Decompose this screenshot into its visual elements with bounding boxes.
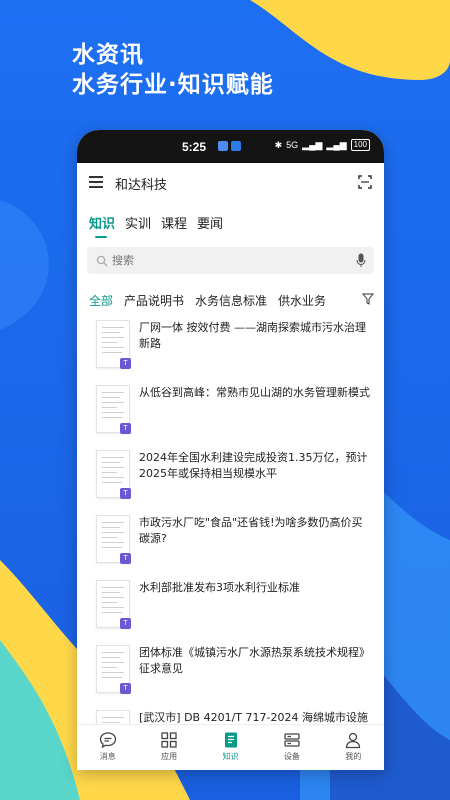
tab-training[interactable]: 实训 bbox=[125, 213, 151, 238]
tab-courses[interactable]: 课程 bbox=[161, 213, 187, 238]
phone-frame: 5:25 ✱ 5G ▂▄▆ ▂▄▆ 100 和达科技 知识 实训 课程 要闻 搜… bbox=[77, 130, 384, 770]
category-manuals[interactable]: 产品说明书 bbox=[124, 292, 184, 309]
document-type-badge: T bbox=[120, 423, 131, 434]
nav-label: 设备 bbox=[283, 752, 300, 761]
document-type-badge: T bbox=[120, 618, 131, 629]
tab-knowledge[interactable]: 知识 bbox=[89, 213, 115, 238]
category-tabs: 全部 产品说明书 水务信息标准 供水业务 bbox=[89, 292, 369, 309]
book-icon bbox=[224, 732, 237, 748]
list-item[interactable]: T 水利部批准发布3项水利行业标准 bbox=[77, 580, 384, 645]
list-item[interactable]: T 团体标准《城镇污水厂水源热泵系统技术规程》征求意见 bbox=[77, 645, 384, 710]
list-item[interactable]: T 市政污水厂吃"食品"还省钱!为啥多数仍高价买碳源? bbox=[77, 515, 384, 580]
app-title: 和达科技 bbox=[115, 178, 168, 193]
article-title: 从低谷到高峰：常熟市见山湖的水务管理新模式 bbox=[139, 386, 370, 399]
nav-profile[interactable]: 我的 bbox=[323, 725, 384, 770]
nav-label: 消息 bbox=[99, 752, 116, 761]
search-input[interactable] bbox=[112, 254, 342, 267]
article-title: 水利部批准发布3项水利行业标准 bbox=[139, 581, 300, 594]
document-thumbnail: T bbox=[96, 710, 130, 724]
article-title: 厂网一体 按效付费 ——湖南探索城市污水治理新路 bbox=[139, 321, 366, 350]
document-thumbnail: T bbox=[96, 580, 131, 629]
search-bar[interactable] bbox=[87, 247, 374, 274]
category-standards[interactable]: 水务信息标准 bbox=[195, 292, 267, 309]
app-notification-icon bbox=[231, 141, 241, 151]
bluetooth-icon: ✱ bbox=[274, 139, 283, 150]
promo-text: 水资讯 水务行业·知识赋能 bbox=[72, 40, 274, 100]
status-right: ✱ 5G ▂▄▆ ▂▄▆ 100 bbox=[275, 139, 370, 151]
category-water-supply[interactable]: 供水业务 bbox=[278, 292, 326, 309]
bottom-nav: 消息 应用 知识 设备 我的 bbox=[77, 724, 384, 770]
promo-line-2: 水务行业·知识赋能 bbox=[72, 72, 274, 98]
list-item[interactable]: T 2024年全国水利建设完成投资1.35万亿，预计2025年或保持相当规模水平 bbox=[77, 450, 384, 515]
app-bar: 和达科技 bbox=[77, 163, 384, 203]
list-item[interactable]: T [武汉市] DB 4201/T 717-2024 海绵城市设施运 bbox=[77, 710, 384, 724]
message-icon bbox=[99, 732, 116, 749]
nav-messages[interactable]: 消息 bbox=[77, 725, 138, 770]
document-thumbnail: T bbox=[96, 645, 131, 694]
document-type-badge: T bbox=[120, 553, 131, 564]
device-icon bbox=[284, 733, 300, 747]
apps-icon bbox=[161, 732, 177, 748]
wifi-icon: ▂▄▆ bbox=[326, 139, 347, 150]
nav-label: 应用 bbox=[161, 752, 178, 761]
nav-devices[interactable]: 设备 bbox=[261, 725, 322, 770]
notification-icon bbox=[218, 141, 228, 151]
signal-label: 5G bbox=[286, 140, 299, 150]
microphone-icon[interactable] bbox=[356, 253, 366, 268]
top-tabs: 知识 实训 课程 要闻 bbox=[89, 213, 223, 238]
tab-news[interactable]: 要闻 bbox=[197, 213, 223, 238]
list-item[interactable]: T 厂网一体 按效付费 ——湖南探索城市污水治理新路 bbox=[77, 320, 384, 385]
promo-line-1: 水资讯 bbox=[72, 42, 144, 68]
nav-label: 知识 bbox=[222, 752, 239, 761]
document-type-badge: T bbox=[120, 488, 131, 499]
article-list: T 厂网一体 按效付费 ——湖南探索城市污水治理新路 T 从低谷到高峰：常熟市见… bbox=[77, 320, 384, 724]
list-item[interactable]: T 从低谷到高峰：常熟市见山湖的水务管理新模式 bbox=[77, 385, 384, 450]
document-thumbnail: T bbox=[96, 385, 131, 434]
signal-icon: ▂▄▆ bbox=[302, 139, 323, 150]
scan-icon[interactable] bbox=[358, 175, 372, 189]
menu-icon[interactable] bbox=[89, 176, 103, 188]
document-type-badge: T bbox=[120, 358, 131, 369]
article-title: 市政污水厂吃"食品"还省钱!为啥多数仍高价买碳源? bbox=[139, 516, 363, 545]
document-thumbnail: T bbox=[96, 450, 131, 499]
battery-icon: 100 bbox=[350, 139, 370, 151]
nav-knowledge[interactable]: 知识 bbox=[200, 725, 261, 770]
nav-label: 我的 bbox=[345, 752, 362, 761]
article-title: [武汉市] DB 4201/T 717-2024 海绵城市设施运 bbox=[139, 711, 368, 724]
category-all[interactable]: 全部 bbox=[89, 292, 113, 309]
status-bar: 5:25 ✱ 5G ▂▄▆ ▂▄▆ 100 bbox=[77, 130, 384, 163]
profile-icon bbox=[346, 732, 361, 749]
filter-icon[interactable] bbox=[362, 293, 374, 305]
document-type-badge: T bbox=[120, 683, 131, 694]
document-thumbnail: T bbox=[96, 320, 131, 369]
article-title: 团体标准《城镇污水厂水源热泵系统技术规程》征求意见 bbox=[139, 646, 370, 675]
document-thumbnail: T bbox=[96, 515, 131, 564]
status-time: 5:25 bbox=[182, 140, 207, 154]
search-icon bbox=[96, 255, 108, 266]
article-title: 2024年全国水利建设完成投资1.35万亿，预计2025年或保持相当规模水平 bbox=[139, 451, 368, 480]
nav-apps[interactable]: 应用 bbox=[138, 725, 199, 770]
